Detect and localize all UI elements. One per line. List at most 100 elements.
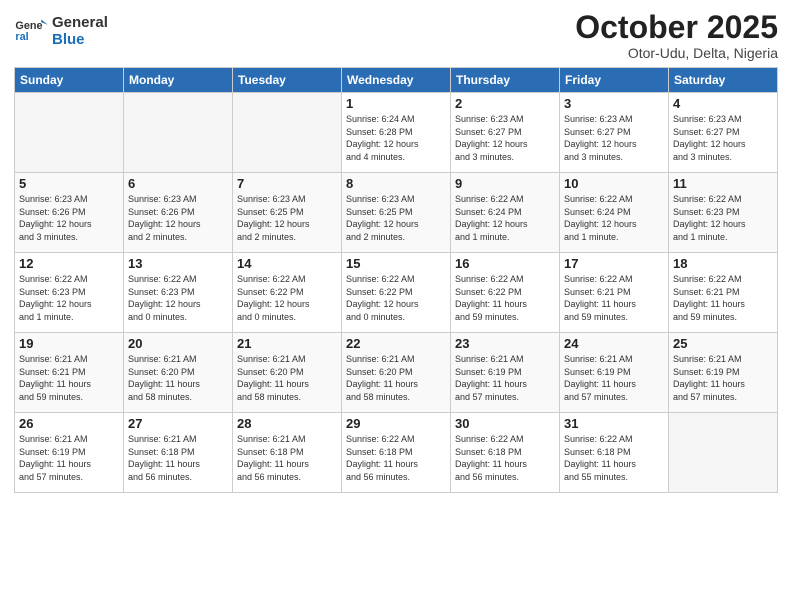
day-number: 26 — [19, 416, 119, 431]
calendar-cell: 3 Sunrise: 6:23 AM Sunset: 6:27 PM Daylig… — [560, 93, 669, 173]
calendar-cell: 4 Sunrise: 6:23 AM Sunset: 6:27 PM Daylig… — [669, 93, 778, 173]
day-number: 3 — [564, 96, 664, 111]
calendar-cell: 22 Sunrise: 6:21 AM Sunset: 6:20 PM Dayli… — [342, 333, 451, 413]
header: Gene ral General Blue October 2025 Otor-… — [14, 10, 778, 61]
col-header-friday: Friday — [560, 68, 669, 93]
day-number: 17 — [564, 256, 664, 271]
day-number: 9 — [455, 176, 555, 191]
day-number: 11 — [673, 176, 773, 191]
day-number: 10 — [564, 176, 664, 191]
day-number: 24 — [564, 336, 664, 351]
calendar-cell: 19 Sunrise: 6:21 AM Sunset: 6:21 PM Dayli… — [15, 333, 124, 413]
day-info: Sunrise: 6:23 AM Sunset: 6:25 PM Dayligh… — [237, 193, 337, 243]
calendar-cell: 1Sunrise: 6:24 AM Sunset: 6:28 PM Daylig… — [342, 93, 451, 173]
day-number: 22 — [346, 336, 446, 351]
col-header-monday: Monday — [124, 68, 233, 93]
day-info: Sunrise: 6:22 AM Sunset: 6:24 PM Dayligh… — [564, 193, 664, 243]
calendar-cell: 26 Sunrise: 6:21 AM Sunset: 6:19 PM Dayli… — [15, 413, 124, 493]
calendar-cell: 15 Sunrise: 6:22 AM Sunset: 6:22 PM Dayli… — [342, 253, 451, 333]
calendar-cell: 6 Sunrise: 6:23 AM Sunset: 6:26 PM Daylig… — [124, 173, 233, 253]
day-number: 30 — [455, 416, 555, 431]
day-number: 16 — [455, 256, 555, 271]
calendar-cell: 24 Sunrise: 6:21 AM Sunset: 6:19 PM Dayli… — [560, 333, 669, 413]
col-header-wednesday: Wednesday — [342, 68, 451, 93]
col-header-thursday: Thursday — [451, 68, 560, 93]
day-info: Sunrise: 6:23 AM Sunset: 6:25 PM Dayligh… — [346, 193, 446, 243]
calendar-cell — [15, 93, 124, 173]
day-number: 21 — [237, 336, 337, 351]
calendar-header-row: SundayMondayTuesdayWednesdayThursdayFrid… — [15, 68, 778, 93]
day-number: 5 — [19, 176, 119, 191]
logo: Gene ral General Blue — [14, 14, 108, 49]
day-info: Sunrise: 6:21 AM Sunset: 6:20 PM Dayligh… — [346, 353, 446, 403]
logo-blue: Blue — [52, 31, 108, 48]
day-info: Sunrise: 6:22 AM Sunset: 6:22 PM Dayligh… — [346, 273, 446, 323]
calendar-cell: 14Sunrise: 6:22 AM Sunset: 6:22 PM Dayli… — [233, 253, 342, 333]
calendar-cell: 2Sunrise: 6:23 AM Sunset: 6:27 PM Daylig… — [451, 93, 560, 173]
day-number: 23 — [455, 336, 555, 351]
day-info: Sunrise: 6:21 AM Sunset: 6:21 PM Dayligh… — [19, 353, 119, 403]
calendar-cell: 23 Sunrise: 6:21 AM Sunset: 6:19 PM Dayli… — [451, 333, 560, 413]
svg-text:Gene: Gene — [15, 20, 42, 32]
calendar-cell: 11 Sunrise: 6:22 AM Sunset: 6:23 PM Dayli… — [669, 173, 778, 253]
page: Gene ral General Blue October 2025 Otor-… — [0, 0, 792, 612]
calendar-week-row: 12Sunrise: 6:22 AM Sunset: 6:23 PM Dayli… — [15, 253, 778, 333]
calendar-cell — [124, 93, 233, 173]
day-info: Sunrise: 6:22 AM Sunset: 6:18 PM Dayligh… — [455, 433, 555, 483]
day-info: Sunrise: 6:22 AM Sunset: 6:23 PM Dayligh… — [128, 273, 228, 323]
day-number: 27 — [128, 416, 228, 431]
calendar-cell — [669, 413, 778, 493]
calendar-cell: 21 Sunrise: 6:21 AM Sunset: 6:20 PM Dayli… — [233, 333, 342, 413]
day-info: Sunrise: 6:21 AM Sunset: 6:19 PM Dayligh… — [455, 353, 555, 403]
calendar-week-row: 26 Sunrise: 6:21 AM Sunset: 6:19 PM Dayli… — [15, 413, 778, 493]
calendar: SundayMondayTuesdayWednesdayThursdayFrid… — [14, 67, 778, 493]
day-info: Sunrise: 6:21 AM Sunset: 6:19 PM Dayligh… — [19, 433, 119, 483]
calendar-cell: 8 Sunrise: 6:23 AM Sunset: 6:25 PM Daylig… — [342, 173, 451, 253]
col-header-tuesday: Tuesday — [233, 68, 342, 93]
day-number: 14 — [237, 256, 337, 271]
day-info: Sunrise: 6:22 AM Sunset: 6:23 PM Dayligh… — [673, 193, 773, 243]
day-info: Sunrise: 6:21 AM Sunset: 6:19 PM Dayligh… — [673, 353, 773, 403]
calendar-cell: 12Sunrise: 6:22 AM Sunset: 6:23 PM Dayli… — [15, 253, 124, 333]
day-info: Sunrise: 6:21 AM Sunset: 6:19 PM Dayligh… — [564, 353, 664, 403]
day-number: 8 — [346, 176, 446, 191]
day-number: 1 — [346, 96, 446, 111]
day-info: Sunrise: 6:22 AM Sunset: 6:18 PM Dayligh… — [564, 433, 664, 483]
day-info: Sunrise: 6:21 AM Sunset: 6:18 PM Dayligh… — [237, 433, 337, 483]
calendar-cell: 29Sunrise: 6:22 AM Sunset: 6:18 PM Dayli… — [342, 413, 451, 493]
location-subtitle: Otor-Udu, Delta, Nigeria — [575, 45, 778, 61]
calendar-week-row: 19 Sunrise: 6:21 AM Sunset: 6:21 PM Dayli… — [15, 333, 778, 413]
day-number: 19 — [19, 336, 119, 351]
day-number: 6 — [128, 176, 228, 191]
svg-text:ral: ral — [15, 31, 28, 43]
day-number: 18 — [673, 256, 773, 271]
day-number: 25 — [673, 336, 773, 351]
calendar-cell: 20Sunrise: 6:21 AM Sunset: 6:20 PM Dayli… — [124, 333, 233, 413]
calendar-cell: 5Sunrise: 6:23 AM Sunset: 6:26 PM Daylig… — [15, 173, 124, 253]
day-info: Sunrise: 6:21 AM Sunset: 6:20 PM Dayligh… — [128, 353, 228, 403]
col-header-sunday: Sunday — [15, 68, 124, 93]
day-number: 4 — [673, 96, 773, 111]
logo-icon: Gene ral — [14, 14, 48, 48]
day-info: Sunrise: 6:22 AM Sunset: 6:22 PM Dayligh… — [455, 273, 555, 323]
day-number: 29 — [346, 416, 446, 431]
calendar-cell: 17 Sunrise: 6:22 AM Sunset: 6:21 PM Dayli… — [560, 253, 669, 333]
day-info: Sunrise: 6:23 AM Sunset: 6:27 PM Dayligh… — [673, 113, 773, 163]
calendar-cell: 10 Sunrise: 6:22 AM Sunset: 6:24 PM Dayli… — [560, 173, 669, 253]
day-info: Sunrise: 6:22 AM Sunset: 6:21 PM Dayligh… — [673, 273, 773, 323]
day-info: Sunrise: 6:23 AM Sunset: 6:26 PM Dayligh… — [128, 193, 228, 243]
calendar-week-row: 1Sunrise: 6:24 AM Sunset: 6:28 PM Daylig… — [15, 93, 778, 173]
calendar-cell: 7 Sunrise: 6:23 AM Sunset: 6:25 PM Daylig… — [233, 173, 342, 253]
day-info: Sunrise: 6:23 AM Sunset: 6:27 PM Dayligh… — [455, 113, 555, 163]
day-info: Sunrise: 6:22 AM Sunset: 6:21 PM Dayligh… — [564, 273, 664, 323]
day-info: Sunrise: 6:23 AM Sunset: 6:27 PM Dayligh… — [564, 113, 664, 163]
day-number: 13 — [128, 256, 228, 271]
month-title: October 2025 — [575, 10, 778, 45]
calendar-cell: 27Sunrise: 6:21 AM Sunset: 6:18 PM Dayli… — [124, 413, 233, 493]
day-info: Sunrise: 6:21 AM Sunset: 6:20 PM Dayligh… — [237, 353, 337, 403]
day-number: 31 — [564, 416, 664, 431]
day-number: 7 — [237, 176, 337, 191]
day-number: 15 — [346, 256, 446, 271]
calendar-cell: 9Sunrise: 6:22 AM Sunset: 6:24 PM Daylig… — [451, 173, 560, 253]
day-info: Sunrise: 6:22 AM Sunset: 6:23 PM Dayligh… — [19, 273, 119, 323]
